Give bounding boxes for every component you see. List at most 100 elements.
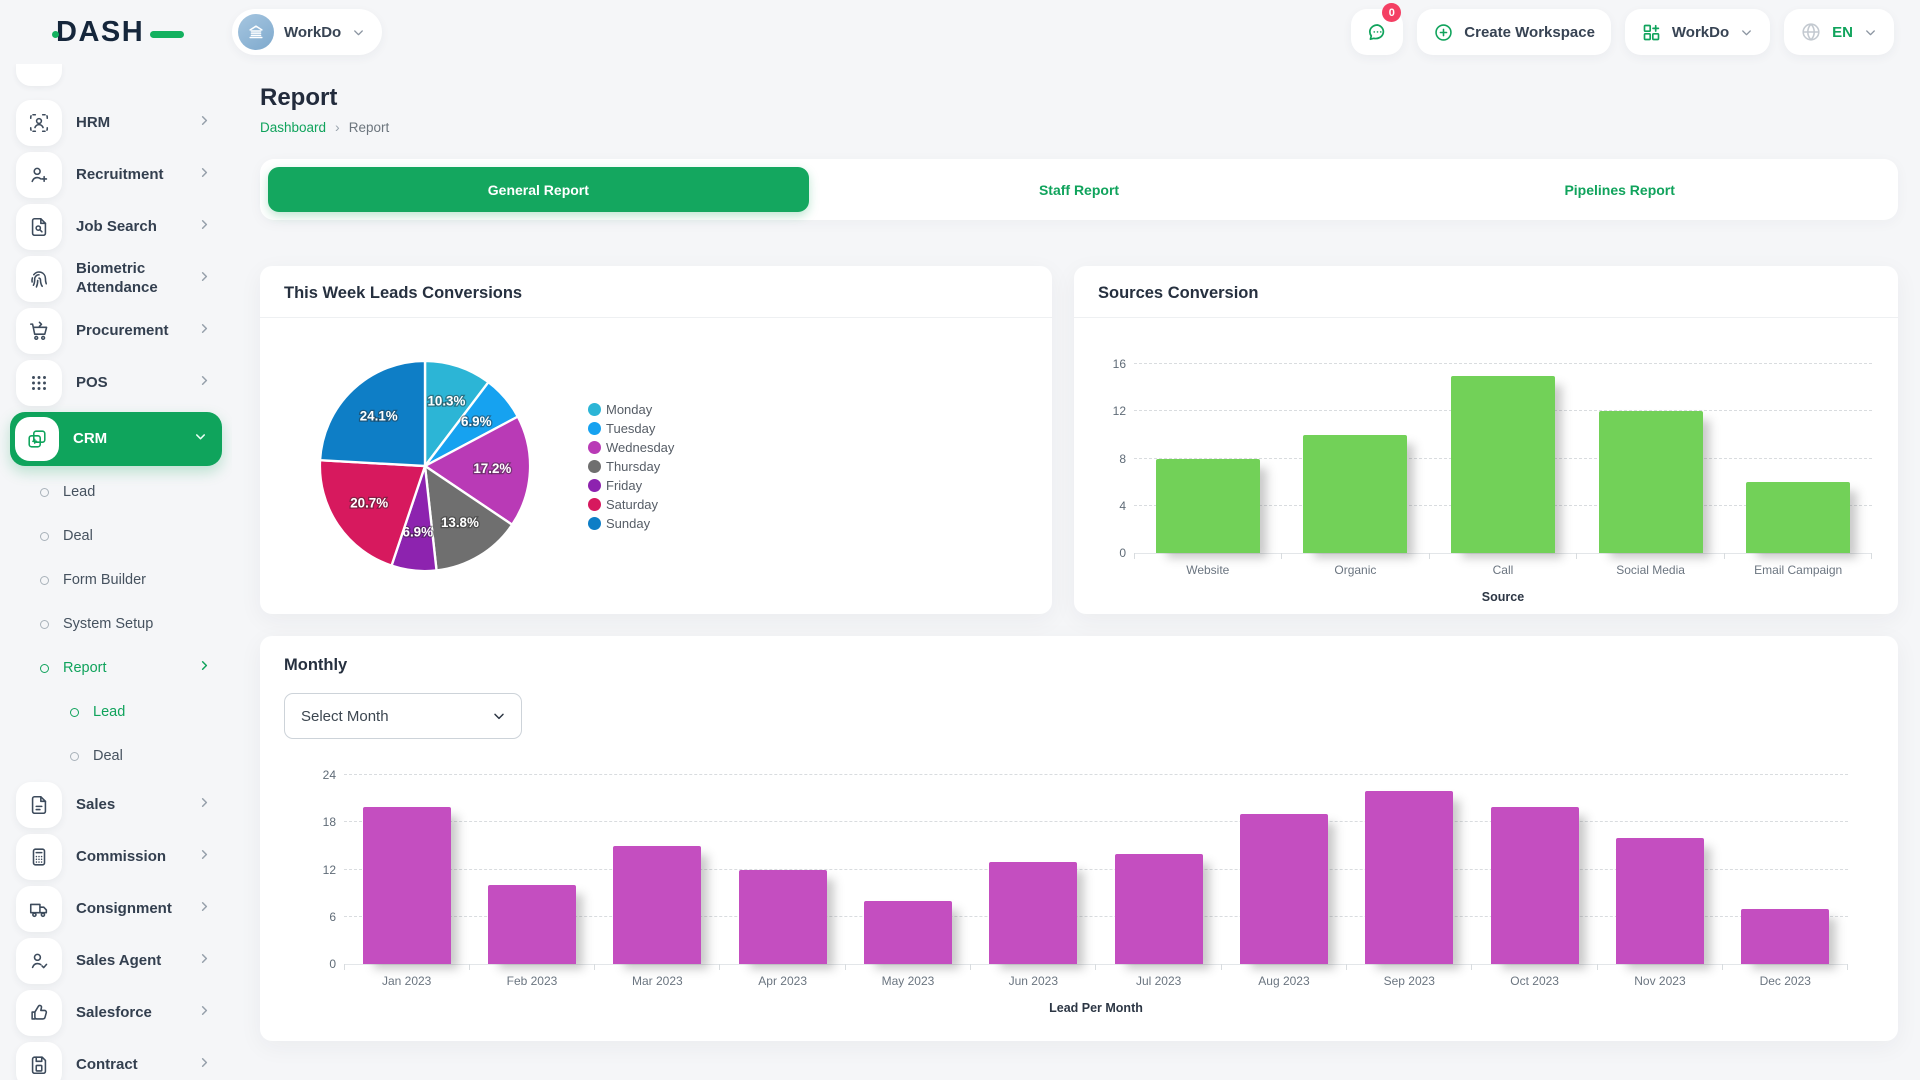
sidebar-item-report[interactable]: Report <box>14 650 222 686</box>
legend-item-friday[interactable]: Friday <box>588 478 674 493</box>
bar-sep-2023[interactable] <box>1365 791 1453 964</box>
messages-button[interactable]: 0 <box>1351 9 1403 55</box>
sidebar-item-lead[interactable]: Lead <box>14 694 222 730</box>
legend-item-monday[interactable]: Monday <box>588 402 674 417</box>
sidebar-item-lead[interactable]: Lead <box>14 474 222 510</box>
create-workspace-button[interactable]: Create Workspace <box>1417 9 1611 55</box>
legend-item-tuesday[interactable]: Tuesday <box>588 421 674 436</box>
y-axis-tick-label: 16 <box>1088 357 1126 371</box>
leads-conversions-title: This Week Leads Conversions <box>260 266 1052 318</box>
app-logo[interactable]: DASH <box>56 16 232 49</box>
bar-slot <box>1577 364 1725 553</box>
chevron-right-icon <box>197 217 212 237</box>
sidebar-item-consignment[interactable]: Consignment <box>14 886 222 932</box>
sidebar-subitem-label: Deal <box>93 748 212 764</box>
breadcrumb-dashboard-link[interactable]: Dashboard <box>260 120 326 135</box>
x-axis-category-label: Email Campaign <box>1724 563 1872 577</box>
top-bar: DASH WorkDo 0 Create <box>0 0 1920 64</box>
sources-conversion-title: Sources Conversion <box>1074 266 1898 318</box>
sidebar-item-hrm[interactable]: HRM <box>14 100 222 146</box>
bar-nov-2023[interactable] <box>1616 838 1704 964</box>
bar-jan-2023[interactable] <box>363 807 451 965</box>
pie-slice-value-label: 6.9% <box>403 525 434 540</box>
bar-apr-2023[interactable] <box>739 870 827 965</box>
legend-label: Tuesday <box>606 421 655 436</box>
bar-organic[interactable] <box>1303 435 1407 553</box>
workspace-switcher[interactable]: WorkDo <box>232 9 382 55</box>
sidebar-item-label: Procurement <box>76 322 183 341</box>
sidebar-item-job-search[interactable]: Job Search <box>14 204 222 250</box>
messages-count-badge: 0 <box>1382 3 1401 22</box>
biometric-icon <box>16 256 62 302</box>
x-axis-category-label: Organic <box>1282 563 1430 577</box>
sidebar-item-form-builder[interactable]: Form Builder <box>14 562 222 598</box>
tab-general-report[interactable]: General Report <box>268 167 809 212</box>
bar-dec-2023[interactable] <box>1741 909 1829 964</box>
x-axis-category-label: Aug 2023 <box>1221 974 1346 988</box>
sidebar-item-label: CRM <box>73 430 179 449</box>
bar-mar-2023[interactable] <box>613 846 701 964</box>
bar-email-campaign[interactable] <box>1746 482 1850 553</box>
consignment-icon <box>16 886 62 932</box>
bar-website[interactable] <box>1156 459 1260 554</box>
chevron-down-icon <box>491 708 507 724</box>
sidebar-item-commission[interactable]: Commission <box>14 834 222 880</box>
bar-jun-2023[interactable] <box>989 862 1077 964</box>
sidebar-item-sales-agent[interactable]: Sales Agent <box>14 938 222 984</box>
monthly-x-labels: Jan 2023Feb 2023Mar 2023Apr 2023May 2023… <box>344 974 1848 988</box>
legend-item-sunday[interactable]: Sunday <box>588 516 674 531</box>
breadcrumb: Dashboard › Report <box>260 119 1898 135</box>
chevron-down-icon <box>351 25 366 40</box>
bar-feb-2023[interactable] <box>488 885 576 964</box>
leads-conversions-card: This Week Leads Conversions 10.3%6.9%17.… <box>260 266 1052 614</box>
procurement-icon <box>16 308 62 354</box>
legend-dot-icon <box>588 422 601 435</box>
y-axis-tick-label: 8 <box>1088 452 1126 466</box>
bar-slot <box>469 775 594 964</box>
sidebar-scrolled-item-partial <box>16 64 62 86</box>
monthly-x-axis-title: Lead Per Month <box>344 1001 1848 1015</box>
sidebar-item-salesforce[interactable]: Salesforce <box>14 990 222 1036</box>
month-select[interactable]: Select Month <box>284 693 522 739</box>
sidebar-item-system-setup[interactable]: System Setup <box>14 606 222 642</box>
globe-icon <box>1800 21 1822 43</box>
language-code: EN <box>1832 24 1853 41</box>
workdo-menu-label: WorkDo <box>1672 24 1729 41</box>
bar-slot <box>344 775 469 964</box>
sidebar-item-deal[interactable]: Deal <box>14 738 222 774</box>
chevron-right-icon <box>197 899 212 919</box>
bar-oct-2023[interactable] <box>1491 807 1579 965</box>
y-axis-tick-label: 0 <box>298 957 336 971</box>
legend-item-saturday[interactable]: Saturday <box>588 497 674 512</box>
tab-staff-report[interactable]: Staff Report <box>809 167 1350 212</box>
bar-jul-2023[interactable] <box>1115 854 1203 964</box>
pie-slice-value-label: 20.7% <box>350 495 388 510</box>
monthly-title: Monthly <box>284 656 1874 675</box>
language-selector[interactable]: EN <box>1784 9 1894 55</box>
bullet-circle-icon <box>40 576 49 585</box>
bar-slot <box>1723 775 1848 964</box>
chevron-right-icon <box>197 113 212 133</box>
sidebar-item-contract[interactable]: Contract <box>14 1042 222 1080</box>
bar-aug-2023[interactable] <box>1240 814 1328 964</box>
bar-call[interactable] <box>1451 376 1555 553</box>
sidebar-item-procurement[interactable]: Procurement <box>14 308 222 354</box>
tab-pipelines-report[interactable]: Pipelines Report <box>1349 167 1890 212</box>
bar-social-media[interactable] <box>1599 411 1703 553</box>
sidebar-item-deal[interactable]: Deal <box>14 518 222 554</box>
sidebar-item-crm[interactable]: CRM <box>10 412 222 466</box>
legend-item-thursday[interactable]: Thursday <box>588 459 674 474</box>
logo-accent-dot <box>52 31 59 38</box>
legend-item-wednesday[interactable]: Wednesday <box>588 440 674 455</box>
legend-label: Monday <box>606 402 652 417</box>
legend-label: Friday <box>606 478 642 493</box>
sidebar-item-sales[interactable]: Sales <box>14 782 222 828</box>
sidebar-item-biometric-attendance[interactable]: Biometric Attendance <box>14 256 222 302</box>
bar-may-2023[interactable] <box>864 901 952 964</box>
y-axis-tick-label: 24 <box>298 768 336 782</box>
sidebar-item-recruitment[interactable]: Recruitment <box>14 152 222 198</box>
sidebar-item-pos[interactable]: POS <box>14 360 222 406</box>
main-content: Report Dashboard › Report General Report… <box>232 64 1920 1080</box>
workdo-menu-button[interactable]: WorkDo <box>1625 9 1770 55</box>
y-axis-tick-label: 18 <box>298 815 336 829</box>
